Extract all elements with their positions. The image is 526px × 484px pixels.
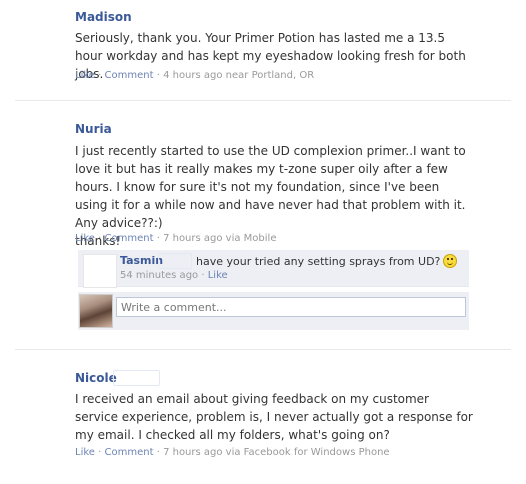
separator: · [98, 70, 102, 81]
separator: · [156, 447, 160, 458]
reply-text: have your tried any setting sprays from … [196, 254, 458, 268]
post-meta: Like · Comment · 7 hours ago via Mobile [75, 233, 276, 244]
redacted-name-box [113, 370, 160, 386]
reply-text-body: have your tried any setting sprays from … [196, 255, 441, 268]
divider [15, 100, 511, 101]
reply-time[interactable]: 54 minutes ago [120, 270, 198, 281]
reply-meta: 54 minutes ago · Like [120, 270, 228, 281]
comment-link[interactable]: Comment [105, 447, 154, 458]
reply-avatar[interactable] [83, 254, 117, 288]
comment-link[interactable]: Comment [105, 233, 154, 244]
post-time[interactable]: 4 hours ago near Portland, OR [163, 70, 314, 81]
reply-like-link[interactable]: Like [208, 270, 228, 281]
divider [15, 349, 511, 350]
post-meta: Like · Comment · 7 hours ago via Faceboo… [75, 447, 390, 458]
post-author-name[interactable]: Nuria [75, 122, 112, 136]
separator: · [201, 270, 205, 281]
post-author-name[interactable]: Nicole [75, 371, 117, 385]
separator: · [98, 233, 102, 244]
separator: · [156, 233, 160, 244]
post-author-name[interactable]: Madison [75, 10, 132, 24]
post-time[interactable]: 7 hours ago via Facebook for Windows Pho… [163, 447, 390, 458]
write-comment-row: Write a comment... [78, 292, 469, 330]
like-link[interactable]: Like [75, 447, 95, 458]
like-link[interactable]: Like [75, 70, 95, 81]
like-link[interactable]: Like [75, 233, 95, 244]
separator: · [98, 447, 102, 458]
smiley-icon [443, 254, 458, 268]
separator: · [156, 70, 160, 81]
post-time[interactable]: 7 hours ago via Mobile [163, 233, 276, 244]
post-meta: Like · Comment · 4 hours ago near Portla… [75, 70, 314, 81]
reply-comment: Tasmin have your tried any setting spray… [78, 250, 469, 288]
redacted-name-box [158, 253, 192, 269]
post-message: I received an email about giving feedbac… [75, 392, 477, 442]
reply-author-name[interactable]: Tasmin [120, 254, 163, 267]
write-comment-input[interactable]: Write a comment... [116, 297, 466, 317]
comment-link[interactable]: Comment [105, 70, 154, 81]
avatar-photo [79, 294, 113, 328]
